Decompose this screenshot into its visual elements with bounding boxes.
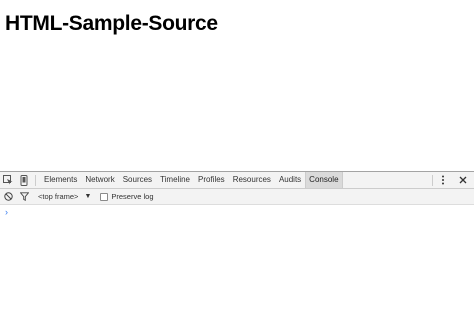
clear-console-icon[interactable]	[0, 189, 16, 204]
tab-network[interactable]: Network	[81, 172, 118, 188]
context-selector[interactable]: <top frame> ▼	[38, 192, 91, 201]
tab-timeline[interactable]: Timeline	[156, 172, 194, 188]
browser-window: HTML-Sample-Source Elements Network Sour…	[0, 0, 474, 331]
tab-profiles[interactable]: Profiles	[194, 172, 229, 188]
tab-sources[interactable]: Sources	[119, 172, 156, 188]
preserve-log-option[interactable]: Preserve log	[100, 192, 154, 201]
filter-icon[interactable]	[16, 189, 32, 204]
tab-elements[interactable]: Elements	[40, 172, 81, 188]
close-icon[interactable]	[455, 172, 471, 188]
console-toolbar: <top frame> ▼ Preserve log	[0, 189, 474, 205]
preserve-log-checkbox[interactable]	[100, 192, 109, 201]
page-viewport: HTML-Sample-Source	[0, 0, 474, 171]
console-prompt[interactable]: ›	[5, 207, 8, 217]
devtools-tabbar: Elements Network Sources Timeline Profil…	[0, 172, 474, 189]
more-vertical-icon[interactable]	[435, 172, 451, 188]
preserve-log-label: Preserve log	[111, 192, 154, 201]
chevron-down-icon: ▼	[84, 193, 92, 200]
devtools-panel: Elements Network Sources Timeline Profil…	[0, 171, 474, 331]
page-heading: HTML-Sample-Source	[5, 12, 218, 35]
tab-console[interactable]: Console	[305, 172, 343, 188]
device-mode-icon[interactable]	[16, 172, 32, 188]
tab-resources[interactable]: Resources	[229, 172, 275, 188]
toolbar-divider	[35, 174, 36, 186]
context-label: <top frame>	[38, 192, 79, 201]
toolbar-divider	[432, 174, 433, 186]
tab-audits[interactable]: Audits	[275, 172, 305, 188]
prompt-chevron-icon: ›	[5, 207, 8, 217]
inspect-element-icon[interactable]	[0, 172, 16, 188]
